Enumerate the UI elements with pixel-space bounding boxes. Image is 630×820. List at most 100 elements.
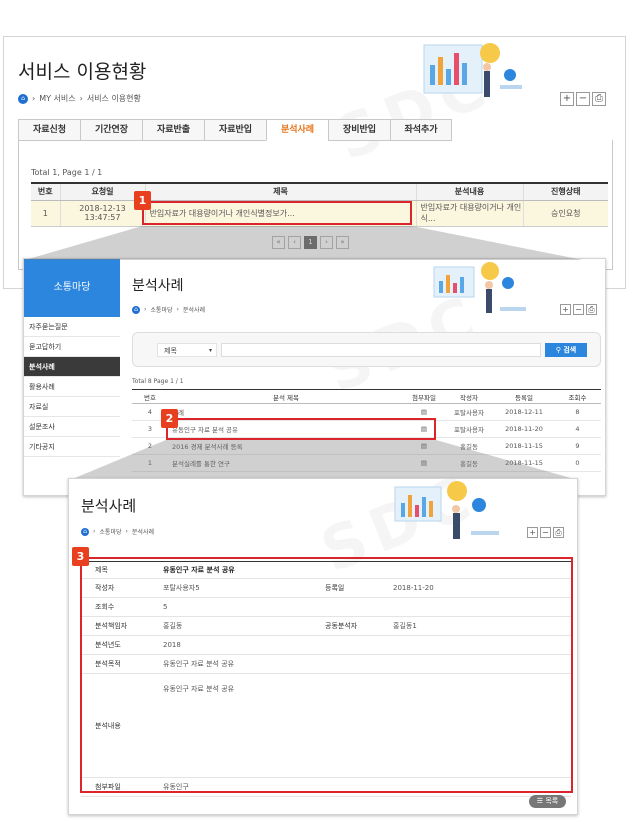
file-icon[interactable]: ▤ — [404, 437, 444, 455]
zoom-in-button[interactable]: + — [560, 92, 574, 106]
chevron-down-icon: ▾ — [208, 347, 212, 354]
cell-date: 2018-11-20 — [494, 420, 554, 438]
sidebar-item-analysis-case[interactable]: 분석사례 — [24, 357, 120, 377]
tab-analysis-case[interactable]: 분석사례 — [266, 119, 328, 141]
hero-illustration — [394, 481, 499, 539]
breadcrumb-item[interactable]: 소통마당 — [99, 527, 121, 536]
step-marker-2: 2 — [161, 409, 178, 428]
breadcrumb-item: 분석사례 — [131, 529, 154, 536]
tab-bar: 자료신청 기간연장 자료반출 자료반입 분석사례 장비반입 좌석추가 — [18, 119, 452, 141]
zoom-out-button[interactable]: − — [540, 527, 551, 538]
hero-illustration — [423, 43, 522, 97]
cell-date: 2018-11-15 — [494, 437, 554, 455]
cell-content: 반입자료가 대용량이거나 개인식... — [415, 200, 523, 227]
highlight-box-3 — [80, 557, 573, 793]
file-icon[interactable]: ▤ — [404, 454, 444, 472]
highlight-box-2 — [166, 418, 436, 440]
search-bar: 제목 ▾ ⚲ 검색 — [132, 332, 601, 367]
page-title: 서비스 이용현황 — [18, 61, 147, 83]
col-header: 등록일 — [494, 389, 554, 404]
col-header: 분석 제목 — [168, 389, 404, 404]
sidebar-item-qna[interactable]: 묻고답하기 — [24, 337, 120, 357]
total-count: Total 8 Page 1 / 1 — [132, 378, 184, 385]
print-icon[interactable]: ⎙ — [586, 304, 597, 315]
tab-extension[interactable]: 기간연장 — [80, 119, 142, 141]
breadcrumb: ⌂ › 소통마당 › 분석사례 — [81, 527, 154, 536]
tab-data-request[interactable]: 자료신청 — [18, 119, 80, 141]
col-header: 작성자 — [444, 389, 494, 404]
pagination: « ‹ 1 › » — [272, 236, 349, 249]
table-row[interactable]: 2 2016 경제 분석사례 등록 ▤ 홍길동 2018-11-15 9 — [132, 437, 601, 455]
prev-page-button[interactable]: ‹ — [288, 236, 301, 249]
cell-writer: 포탈사용자 — [444, 420, 494, 438]
sidebar: 소통마당 자주묻는질문 묻고답하기 분석사례 활용사례 자료실 설문조사 기타공… — [24, 259, 120, 495]
cell-writer: 홍길동 — [444, 437, 494, 455]
tab-import[interactable]: 자료반입 — [204, 119, 266, 141]
total-count: Total 1, Page 1 / 1 — [31, 168, 103, 177]
cell-date: 2018-12-11 — [494, 403, 554, 421]
cell-no: 1 — [31, 200, 60, 227]
zoom-controls: + − ⎙ — [560, 304, 597, 315]
sidebar-item-notice[interactable]: 기타공지 — [24, 437, 120, 457]
sidebar-item-faq[interactable]: 자주묻는질문 — [24, 317, 120, 337]
search-input[interactable] — [221, 343, 541, 357]
cell-views: 9 — [554, 437, 601, 455]
home-icon[interactable]: ⌂ — [81, 527, 89, 536]
zoom-out-button[interactable]: − — [573, 304, 584, 315]
last-page-button[interactable]: » — [336, 236, 349, 249]
service-usage-panel: SDC 서비스 이용현황 ⌂ › MY 서비스 › 서비스 이용현황 + − ⎙… — [3, 36, 626, 289]
sidebar-item-use-case[interactable]: 활용사례 — [24, 377, 120, 397]
col-header: 진행상태 — [522, 182, 608, 201]
cell-no: 2 — [132, 437, 168, 455]
home-icon[interactable]: ⌂ — [18, 93, 28, 104]
tab-seat-add[interactable]: 좌석추가 — [390, 119, 452, 141]
breadcrumb-item[interactable]: 소통마당 — [150, 305, 172, 314]
list-button[interactable]: ☰ 목록 — [529, 795, 566, 808]
zoom-controls: + − ⎙ — [560, 92, 606, 106]
analysis-case-list-panel: SDC 소통마당 자주묻는질문 묻고답하기 분석사례 활용사례 자료실 설문조사… — [23, 258, 606, 496]
first-page-button[interactable]: « — [272, 236, 285, 249]
search-field-select[interactable]: 제목 ▾ — [157, 343, 217, 357]
cell-status: 승인요청 — [522, 200, 608, 227]
cell-writer: 포탈사용자 — [444, 403, 494, 421]
step-marker-1: 1 — [134, 191, 151, 210]
col-header: 첨부파일 — [404, 389, 444, 404]
col-header: 분석내용 — [415, 182, 523, 201]
col-header: 조회수 — [554, 389, 601, 404]
col-header: 요청일 — [59, 182, 145, 201]
breadcrumb-item: 서비스 이용현황 — [86, 94, 141, 103]
next-page-button[interactable]: › — [320, 236, 333, 249]
sidebar-item-survey[interactable]: 설문조사 — [24, 417, 120, 437]
tab-export[interactable]: 자료반출 — [142, 119, 204, 141]
col-header: 번호 — [132, 389, 168, 404]
hero-illustration — [433, 262, 526, 313]
page-button[interactable]: 1 — [304, 236, 317, 249]
cell-date: 2018-12-13 13:47:57 — [59, 200, 145, 227]
breadcrumb: ⌂ › 소통마당 › 분석사례 — [132, 305, 205, 314]
col-header: 제목 — [144, 182, 416, 201]
cell-views: 8 — [554, 403, 601, 421]
page-title: 분석사례 — [132, 278, 184, 294]
print-icon[interactable]: ⎙ — [592, 92, 606, 106]
breadcrumb: ⌂ › MY 서비스 › 서비스 이용현황 — [18, 93, 141, 104]
page-title: 분석사례 — [81, 497, 137, 515]
zoom-in-button[interactable]: + — [560, 304, 571, 315]
breadcrumb-item: 분석사례 — [182, 307, 205, 314]
col-header: 번호 — [31, 182, 60, 201]
tab-equipment[interactable]: 장비반입 — [328, 119, 390, 141]
sidebar-item-library[interactable]: 자료실 — [24, 397, 120, 417]
table-row[interactable]: 1 분석실례를 통한 연구 ▤ 홍길동 2018-11-15 0 — [132, 454, 601, 472]
cell-views: 4 — [554, 420, 601, 438]
search-button[interactable]: ⚲ 검색 — [545, 343, 587, 357]
home-icon[interactable]: ⌂ — [132, 305, 140, 314]
cell-date: 2018-11-15 — [494, 454, 554, 472]
zoom-out-button[interactable]: − — [576, 92, 590, 106]
cell-views: 0 — [554, 454, 601, 472]
cell-title-link[interactable]: 2016 경제 분석사례 등록 — [168, 437, 404, 455]
print-icon[interactable]: ⎙ — [553, 527, 564, 538]
cell-title-link[interactable]: 분석실례를 통한 연구 — [168, 454, 404, 472]
cell-no: 1 — [132, 454, 168, 472]
breadcrumb-item[interactable]: MY 서비스 — [39, 93, 75, 104]
zoom-in-button[interactable]: + — [527, 527, 538, 538]
step-marker-3: 3 — [72, 547, 89, 566]
